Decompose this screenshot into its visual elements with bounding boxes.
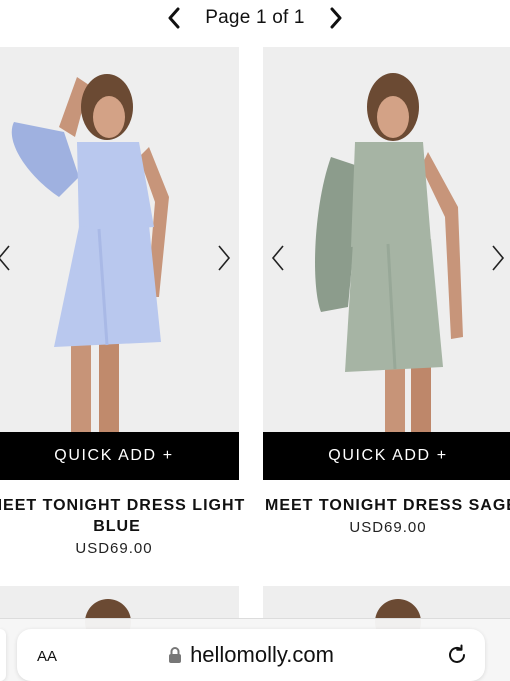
product-price: USD69.00 — [349, 519, 427, 536]
product-title[interactable]: MEET TONIGHT DRESS SAGE — [263, 495, 510, 516]
product-card[interactable]: QUICK ADD + MEET TONIGHT DRESS LIGHT BLU… — [0, 47, 244, 557]
product-image[interactable] — [263, 47, 510, 432]
chevron-left-icon — [168, 7, 180, 29]
chevron-left-icon — [0, 245, 10, 271]
chevron-right-icon — [492, 245, 505, 271]
image-next-button[interactable] — [487, 243, 509, 273]
url-display[interactable]: hellomolly.com — [17, 642, 485, 668]
product-card[interactable]: QUICK ADD + MEET TONIGHT DRESS SAGE USD6… — [263, 47, 510, 536]
next-page-button[interactable] — [323, 5, 349, 31]
chevron-right-icon — [218, 245, 231, 271]
image-next-button[interactable] — [213, 243, 235, 273]
image-prev-button[interactable] — [267, 243, 289, 273]
reload-button[interactable] — [445, 643, 469, 672]
domain-text: hellomolly.com — [190, 642, 334, 667]
product-price: USD69.00 — [75, 540, 153, 557]
model-photo — [11, 74, 169, 432]
model-photo — [315, 73, 463, 432]
quick-add-button[interactable]: QUICK ADD + — [263, 432, 510, 480]
lock-icon — [169, 647, 182, 663]
pagination: Page 1 of 1 — [0, 0, 510, 36]
reload-icon — [449, 644, 465, 663]
quick-add-button[interactable]: QUICK ADD + — [0, 432, 239, 480]
image-prev-button[interactable] — [0, 243, 15, 273]
page-indicator: Page 1 of 1 — [205, 7, 305, 28]
prev-page-button[interactable] — [161, 5, 187, 31]
address-bar[interactable]: AA hellomolly.com — [17, 629, 485, 681]
previous-tab-edge[interactable] — [0, 629, 6, 681]
product-image[interactable] — [0, 47, 239, 432]
browser-toolbar: AA hellomolly.com — [0, 618, 510, 681]
chevron-right-icon — [330, 7, 342, 29]
chevron-left-icon — [271, 245, 284, 271]
product-title[interactable]: MEET TONIGHT DRESS LIGHT BLUE — [0, 495, 255, 537]
